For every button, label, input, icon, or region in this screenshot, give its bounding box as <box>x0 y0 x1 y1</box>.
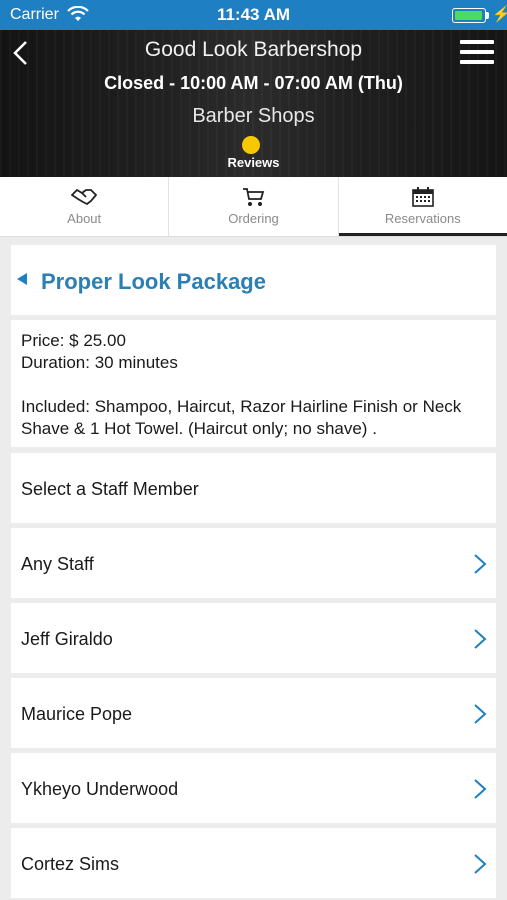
handshake-icon <box>71 188 98 206</box>
package-duration: Duration: 30 minutes <box>21 353 178 372</box>
chevron-right-icon <box>474 629 487 649</box>
package-title: Proper Look Package <box>41 269 266 294</box>
menu-button[interactable] <box>460 40 494 64</box>
staff-name: Any Staff <box>21 554 94 574</box>
business-hours: Closed - 10:00 AM - 07:00 AM (Thu) <box>104 73 403 93</box>
staff-row-maurice-pope[interactable]: Maurice Pope <box>11 678 496 748</box>
tab-ordering[interactable]: Ordering <box>169 177 339 236</box>
tab-about[interactable]: About <box>0 177 170 236</box>
cart-icon <box>243 188 265 206</box>
staff-name: Cortez Sims <box>21 854 120 874</box>
staff-name: Ykheyo Underwood <box>21 779 179 799</box>
chevron-right-icon <box>474 854 487 874</box>
business-category: Barber Shops <box>192 105 315 127</box>
chevron-right-icon <box>474 554 487 574</box>
business-header: Carrier 11:43 AM ⚡ Good Look Barbershop … <box>0 0 507 177</box>
staff-heading-label: Select a Staff Member <box>21 479 199 499</box>
tab-bar: About Ordering Reservations <box>0 177 507 237</box>
package-price: Price: $ 25.00 <box>21 331 126 350</box>
clock: 11:43 AM <box>216 5 291 24</box>
collapse-arrow-icon[interactable] <box>17 273 27 285</box>
tab-ordering-label: Ordering <box>228 211 279 226</box>
staff-row-any-staff[interactable]: Any Staff <box>11 528 496 598</box>
smiley-icon[interactable] <box>242 136 260 154</box>
staff-name: Jeff Giraldo <box>21 629 113 649</box>
reviews-link[interactable]: Reviews <box>40 155 467 170</box>
staff-row-jeff-giraldo[interactable]: Jeff Giraldo <box>11 603 496 673</box>
charging-icon: ⚡ <box>492 6 507 23</box>
staff-row-ykheyo-underwood[interactable]: Ykheyo Underwood <box>11 753 496 823</box>
tab-reservations[interactable]: Reservations <box>338 177 507 236</box>
chevron-right-icon <box>474 779 487 799</box>
calendar-icon <box>412 187 434 207</box>
package-included: Included: Shampoo, Haircut, Razor Hairli… <box>21 397 462 438</box>
package-details: Price: $ 25.00 Duration: 30 minutes Incl… <box>11 320 496 447</box>
tab-reservations-label: Reservations <box>384 211 461 226</box>
package-header[interactable]: Proper Look Package <box>11 245 496 315</box>
staff-section-heading: Select a Staff Member <box>11 453 496 523</box>
back-button[interactable] <box>8 38 32 68</box>
staff-name: Maurice Pope <box>21 704 133 724</box>
business-title: Good Look Barbershop <box>144 38 363 61</box>
battery-icon <box>452 8 486 23</box>
chevron-right-icon <box>474 704 487 724</box>
status-bar: Carrier 11:43 AM ⚡ <box>0 0 507 30</box>
tab-about-label: About <box>67 211 102 226</box>
staff-row-cortez-sims[interactable]: Cortez Sims <box>11 828 496 898</box>
